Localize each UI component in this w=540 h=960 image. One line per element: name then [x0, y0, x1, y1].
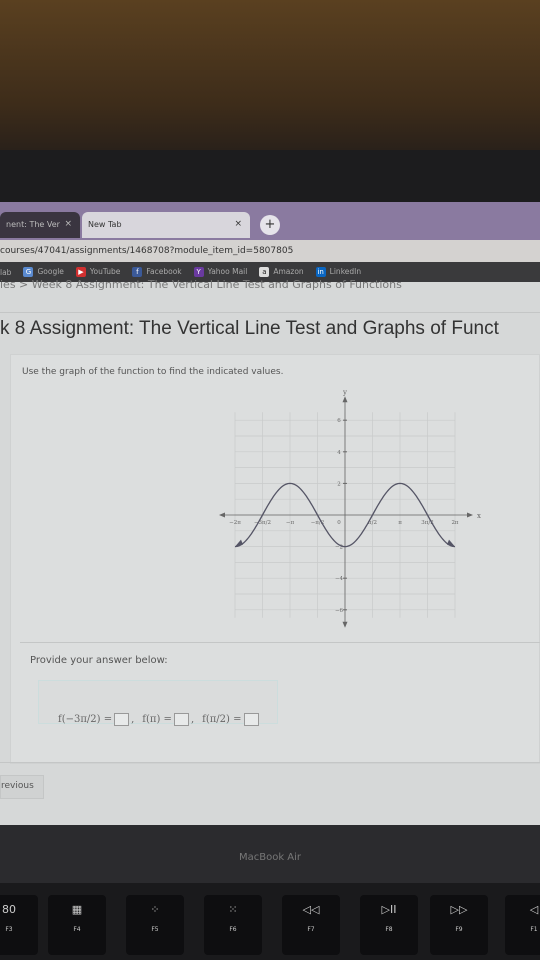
- key-f1[interactable]: ◁ F1: [505, 895, 540, 955]
- key-glyph: ◁: [529, 903, 539, 916]
- key-f8[interactable]: ▷II F8: [360, 895, 418, 955]
- y-tick-label: 6: [337, 418, 341, 424]
- y-tick-label: 2: [337, 481, 341, 487]
- key-label: F9: [455, 926, 463, 933]
- key-glyph: ▷▷: [450, 903, 468, 916]
- x-tick-label: −2π: [229, 520, 241, 526]
- equation-label: f(π) =: [142, 714, 172, 725]
- equation-label: f(−3π/2) =: [58, 714, 113, 725]
- answer-input[interactable]: [114, 713, 130, 726]
- key-label: F4: [73, 926, 81, 933]
- divider: [0, 762, 540, 763]
- curve-end-arrow: [235, 539, 243, 547]
- key-f3[interactable]: 80 F3: [0, 895, 38, 955]
- equation-label: f(π/2) =: [202, 714, 242, 725]
- separator: ,: [131, 714, 135, 725]
- x-axis-arrow: [467, 512, 473, 518]
- key-f6[interactable]: ⁙ F6: [204, 895, 262, 955]
- separator: ,: [190, 714, 195, 725]
- function-graph: xy−2π −3π/2 −π −π/2 0 π/2 π 3π/2 2π642−2−4−6: [219, 388, 481, 628]
- curve-end-arrow: [447, 539, 455, 547]
- x-tick-label: −π: [286, 520, 295, 526]
- y-axis-arrow: [342, 396, 348, 403]
- divider: [20, 642, 540, 643]
- answer-label: Provide your answer below:: [30, 655, 168, 666]
- y-axis-label: y: [342, 388, 347, 396]
- x-axis-arrow: [219, 512, 225, 518]
- x-axis-label: x: [477, 512, 481, 520]
- key-f9[interactable]: ▷▷ F9: [430, 895, 488, 955]
- key-f5[interactable]: ⁘ F5: [126, 895, 184, 955]
- key-glyph: ▦: [71, 903, 83, 916]
- x-tick-label: π: [398, 520, 402, 526]
- key-label: F1: [530, 926, 538, 933]
- keyboard: 80 F3 ▦ F4 ⁘ F5 ⁙ F6 ◁◁ F7 ▷II F8 ▷▷ F9 ◁ F1: [0, 883, 540, 960]
- answer-input[interactable]: [243, 713, 259, 726]
- key-label: F7: [307, 926, 315, 933]
- macbook-logo-text: MacBook Air: [238, 852, 302, 863]
- key-label: F6: [229, 926, 237, 933]
- key-label: F8: [385, 926, 393, 933]
- assignment-page: ies > Week 8 Assignment: The Vertical Li…: [0, 278, 540, 825]
- key-f4[interactable]: ▦ F4: [48, 895, 106, 955]
- y-axis-arrow: [342, 621, 348, 628]
- key-glyph: ◁◁: [302, 903, 320, 916]
- previous-button[interactable]: revious: [0, 775, 44, 799]
- x-tick-label: 0: [337, 520, 341, 526]
- y-tick-label: −6: [335, 608, 344, 614]
- key-glyph: ▷II: [381, 903, 397, 916]
- answer-input[interactable]: [173, 713, 189, 726]
- y-tick-label: 4: [337, 450, 341, 456]
- x-tick-label: 2π: [451, 520, 458, 526]
- answer-equations: f(−3π/2) =, f(π) =, f(π/2) =: [58, 713, 267, 726]
- key-label: F5: [151, 926, 159, 933]
- key-glyph: ⁘: [150, 903, 160, 916]
- key-glyph: ⁙: [228, 903, 238, 916]
- key-label: F3: [5, 926, 13, 933]
- key-glyph: 80: [2, 903, 16, 916]
- y-tick-label: −4: [335, 576, 344, 582]
- key-f7[interactable]: ◁◁ F7: [282, 895, 340, 955]
